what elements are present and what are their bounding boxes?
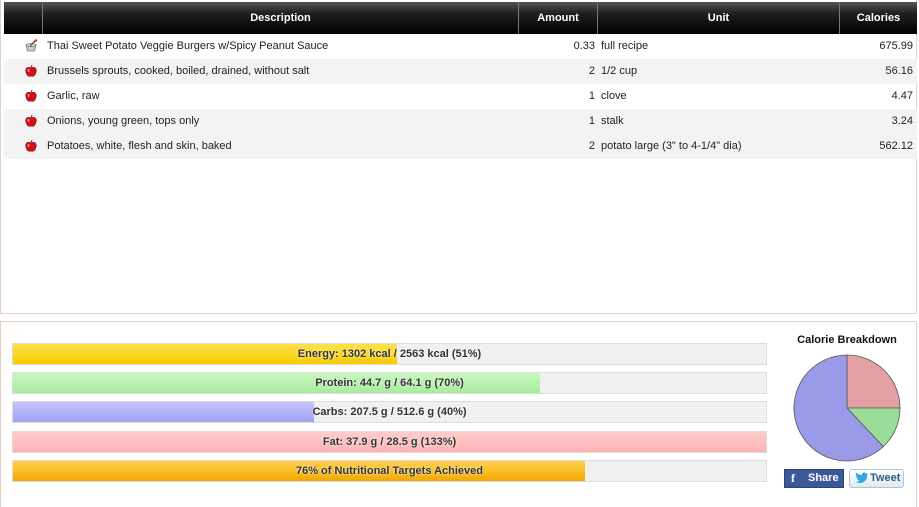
food-unit: clove (601, 90, 627, 102)
nutrition-summary: Energy: 1302 kcal / 2563 kcal (51%) Prot… (0, 321, 917, 507)
calorie-breakdown-pie (793, 354, 901, 462)
food-unit: potato large (3" to 4-1/4" dia) (601, 140, 742, 152)
share-label: Share (808, 472, 839, 484)
food-description[interactable]: Brussels sprouts, cooked, boiled, draine… (47, 59, 309, 84)
table-header: Description Amount Unit Calories (4, 2, 917, 34)
twitter-bird-icon (854, 472, 868, 490)
fat-bar: Fat: 37.9 g / 28.5 g (133%) (12, 431, 767, 453)
food-unit: stalk (601, 115, 624, 127)
food-calories: 56.16 (885, 65, 913, 77)
table-row[interactable]: Garlic, raw 1 clove 4.47 (4, 84, 917, 109)
table-row[interactable]: Brussels sprouts, cooked, boiled, draine… (4, 59, 917, 84)
food-calories: 675.99 (879, 40, 913, 52)
food-description[interactable]: Potatoes, white, flesh and skin, baked (47, 134, 232, 159)
food-amount: 0.33 (573, 40, 595, 52)
pie-slice-0 (846, 354, 901, 409)
foods-table: Description Amount Unit Calories Thai Sw… (0, 0, 917, 314)
apple-icon (24, 114, 38, 128)
carbs-bar: Carbs: 207.5 g / 512.6 g (40%) (12, 401, 767, 423)
protein-bar-label: Protein: 44.7 g / 64.1 g (70%) (315, 377, 464, 389)
targets-bar: 76% of Nutritional Targets Achieved (12, 460, 767, 482)
tweet-button[interactable]: Tweet (849, 469, 904, 488)
fat-bar-label: Fat: 37.9 g / 28.5 g (133%) (322, 436, 457, 448)
food-calories: 4.47 (891, 90, 913, 102)
food-amount: 2 (588, 65, 595, 77)
table-row[interactable]: Thai Sweet Potato Veggie Burgers w/Spicy… (4, 34, 917, 59)
protein-bar: Protein: 44.7 g / 64.1 g (70%) (12, 372, 767, 394)
apple-icon (24, 139, 38, 153)
carbs-bar-label: Carbs: 207.5 g / 512.6 g (40%) (312, 406, 467, 418)
recipe-icon (24, 39, 38, 53)
food-amount: 1 (588, 115, 595, 127)
table-row[interactable]: Onions, young green, tops only 1 stalk 3… (4, 109, 917, 134)
calorie-breakdown-title: Calorie Breakdown (797, 334, 897, 346)
food-unit: 1/2 cup (601, 65, 638, 77)
apple-icon (24, 89, 38, 103)
header-calories[interactable]: Calories (839, 2, 917, 34)
energy-bar-label: Energy: 1302 kcal / 2563 kcal (51%) (297, 348, 482, 360)
food-description[interactable]: Garlic, raw (47, 84, 100, 109)
tweet-label: Tweet (870, 472, 901, 484)
facebook-icon: f (791, 471, 795, 485)
energy-bar: Energy: 1302 kcal / 2563 kcal (51%) (12, 343, 767, 365)
food-amount: 1 (588, 90, 595, 102)
food-description[interactable]: Thai Sweet Potato Veggie Burgers w/Spicy… (47, 34, 328, 59)
targets-bar-label: 76% of Nutritional Targets Achieved (295, 465, 484, 477)
header-icon-column (4, 2, 42, 34)
table-row[interactable]: Potatoes, white, flesh and skin, baked 2… (4, 134, 917, 159)
apple-icon (24, 64, 38, 78)
food-description[interactable]: Onions, young green, tops only (47, 109, 199, 134)
food-unit: full recipe (601, 40, 649, 52)
header-unit[interactable]: Unit (597, 2, 839, 34)
header-amount[interactable]: Amount (518, 2, 597, 34)
food-amount: 2 (588, 140, 595, 152)
header-description[interactable]: Description (42, 2, 518, 34)
facebook-share-button[interactable]: f Share (784, 469, 844, 488)
food-calories: 3.24 (891, 115, 913, 127)
food-calories: 562.12 (879, 140, 913, 152)
